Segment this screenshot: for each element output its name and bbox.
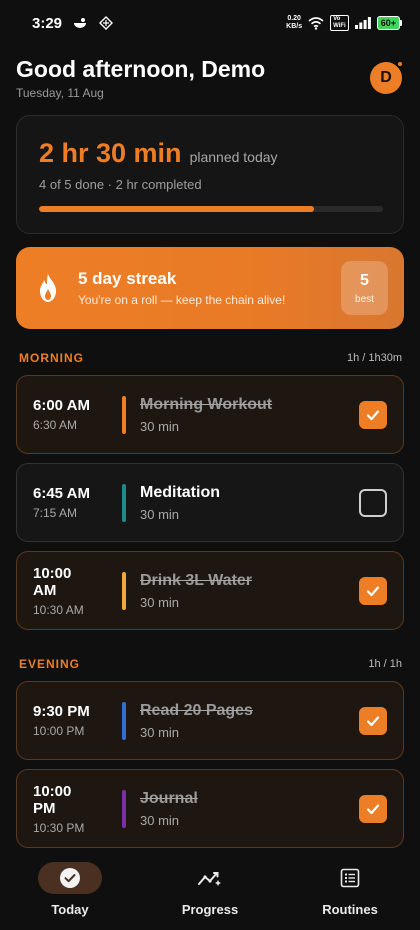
task-color-bar [122,395,126,434]
task-end-time: 6:30 AM [33,418,78,432]
network-speed: 0.20 KB/s [286,15,303,30]
section-progress: 1h / 1h30m [346,352,402,364]
check-icon [366,409,380,420]
signal-icon [354,15,371,31]
nav-label: Progress [181,902,239,917]
section-title: MORNING [19,351,84,365]
task-name: Read 20 Pages [140,701,253,719]
task-checkbox[interactable] [359,576,387,605]
section-header-morning: MORNING 1h / 1h30m [19,351,402,365]
task-end-time: 10:00 PM [33,724,85,738]
task-duration: 30 min [140,594,180,610]
task-color-bar [122,789,126,828]
notification-app-icon [72,15,88,31]
best-streak-label: best [355,293,374,305]
task-start-time: 9:30 PM [33,703,90,720]
notification-dot [396,60,404,68]
task-end-time: 10:30 AM [33,602,84,617]
task-color-bar [122,483,126,522]
wifi-icon [308,15,324,31]
battery-indicator: 60+ [376,16,402,30]
task-checkbox[interactable] [359,400,387,429]
check-icon [366,803,380,814]
task-duration: 30 min [140,506,180,522]
task-duration: 30 min [140,724,180,740]
completion-summary: 4 of 5 done · 2 hr completed [39,177,202,192]
nav-progress[interactable]: Progress [140,850,280,930]
task-end-time: 7:15 AM [33,506,78,520]
section-progress: 1h / 1h [368,658,402,670]
best-streak-badge: 5 best [341,261,388,315]
task-card[interactable]: 10:00 PM 10:30 PM Journal 30 min [16,769,404,848]
task-name: Journal [140,789,198,807]
task-start-time: 10:00 PM [33,782,72,817]
bottom-navigation: Today Progress Routines [0,850,420,930]
check-circle-icon [38,862,102,894]
task-checkbox[interactable] [359,706,387,735]
daily-progress-bar [39,206,383,212]
check-icon [366,585,380,596]
task-card[interactable]: 6:00 AM 6:30 AM Morning Workout 30 min [16,375,404,454]
task-card[interactable]: 6:45 AM 7:15 AM Meditation 30 min [16,463,404,542]
nav-label: Today [51,902,89,917]
streak-card[interactable]: 5 day streak You're on a roll — keep the… [16,247,404,329]
status-bar: 3:29 0.20 KB/s Vo WiFi 60+ [0,0,420,46]
daily-progress-fill [39,206,315,212]
task-checkbox[interactable] [359,488,387,517]
nav-label: Routines [322,902,378,917]
daily-summary-card: 2 hr 30 min planned today 4 of 5 done · … [16,115,404,234]
planned-time: 2 hr 30 min [39,138,182,168]
nav-routines[interactable]: Routines [280,850,420,930]
task-duration: 30 min [140,418,180,434]
nav-today[interactable]: Today [0,850,140,930]
flame-icon [32,272,64,304]
streak-title: 5 day streak [78,269,177,288]
task-card[interactable]: 9:30 PM 10:00 PM Read 20 Pages 30 min [16,681,404,760]
task-name: Meditation [140,483,220,501]
task-checkbox[interactable] [359,794,387,823]
list-icon [318,862,382,894]
task-color-bar [122,571,126,610]
notification-app-icon-2 [98,15,114,31]
trending-up-icon [178,862,242,894]
task-start-time: 10:00 AM [33,564,72,599]
task-end-time: 10:30 PM [33,820,85,835]
check-icon [366,715,380,726]
task-name: Drink 3L Water [140,571,253,589]
best-streak-value: 5 [360,271,369,289]
section-header-evening: EVENING 1h / 1h [19,657,402,671]
section-title: EVENING [19,657,81,671]
task-start-time: 6:00 AM [33,397,90,414]
vowifi-badge: Vo WiFi [330,15,349,31]
task-card[interactable]: 10:00 AM 10:30 AM Drink 3L Water 30 min [16,551,404,630]
task-color-bar [122,701,126,740]
task-duration: 30 min [140,812,180,828]
current-date: Tuesday, 11 Aug [16,86,104,100]
task-name: Morning Workout [140,395,273,413]
page-header: Good afternoon, Demo Tuesday, 11 Aug [16,56,404,100]
streak-subtitle: You're on a roll — keep the chain alive! [78,293,286,307]
status-time: 3:29 [32,14,63,32]
page-title: Good afternoon, Demo [16,56,266,82]
task-start-time: 6:45 AM [33,485,90,502]
planned-label: planned today [189,149,278,165]
